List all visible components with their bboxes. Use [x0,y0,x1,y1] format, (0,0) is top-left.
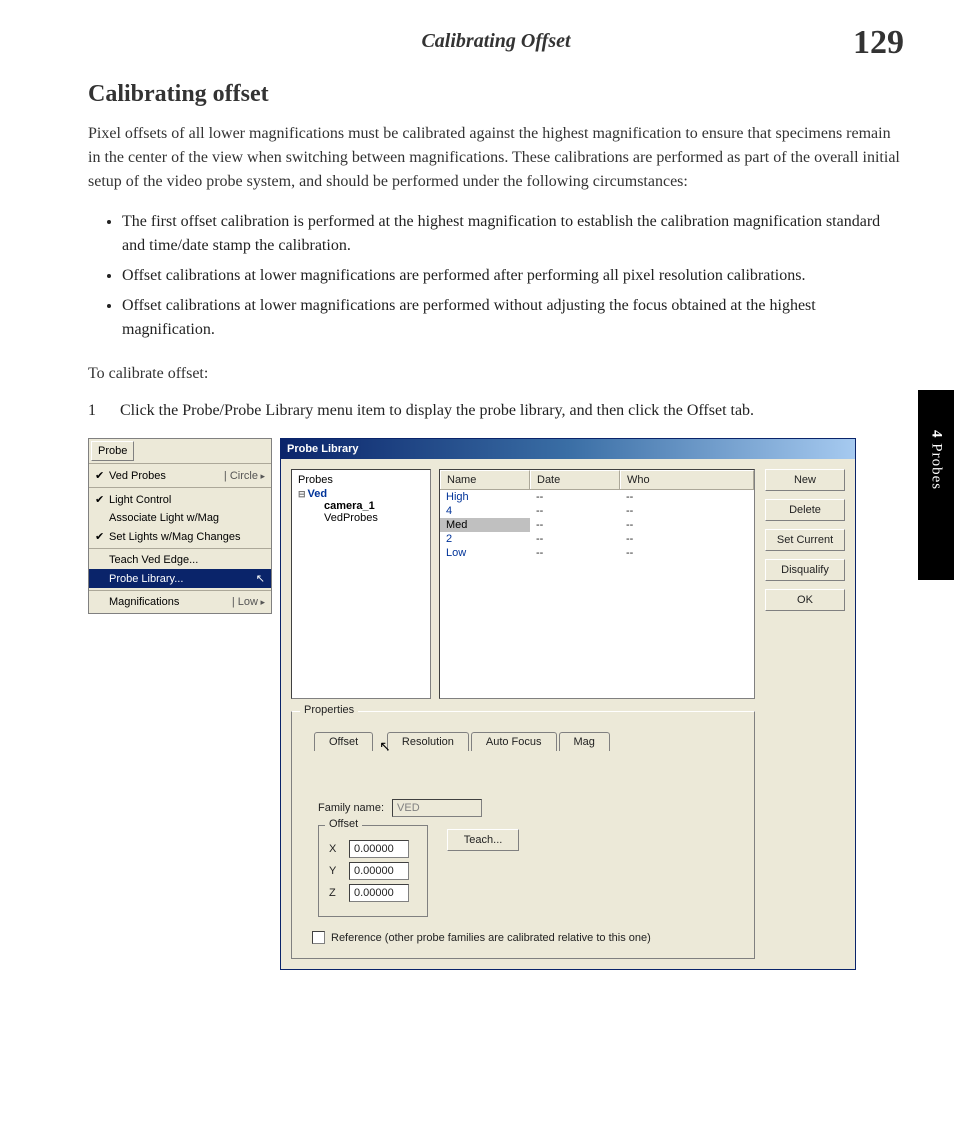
menu-item-light-control[interactable]: ✔Light Control [89,490,271,509]
tab-mag[interactable]: Mag [559,732,610,751]
offset-y-field[interactable]: 0.00000 [349,862,409,880]
ok-button[interactable]: OK [765,589,845,611]
chevron-right-icon: ▸ [258,597,265,607]
cursor-arrow-icon: ↖ [379,738,391,757]
lead-in: To calibrate offset: [88,362,904,386]
offset-z-label: Z [329,887,341,899]
properties-legend: Properties [300,704,358,716]
probe-tree-panel[interactable]: Probes ⊟Ved camera_1 VedProbes [291,469,431,699]
disqualify-button[interactable]: Disqualify [765,559,845,581]
menu-item-teach-ved-edge[interactable]: Teach Ved Edge... [89,551,271,569]
tree-item-camera1[interactable]: camera_1 [324,500,424,512]
column-header-who[interactable]: Who [620,470,754,489]
properties-group: Properties Offset ↖ Resolution Auto Focu… [291,711,755,959]
intro-paragraph: Pixel offsets of all lower magnification… [88,122,904,194]
step-text: Click the Probe/Probe Library menu item … [120,402,754,420]
list-row[interactable]: Low---- [440,546,754,560]
tree-collapse-icon[interactable]: ⊟ [298,489,306,499]
bullet-list: The first offset calibration is performe… [88,210,904,342]
probe-menu-title[interactable]: Probe [91,441,134,461]
new-button[interactable]: New [765,469,845,491]
page-number: 129 [853,24,904,62]
list-row[interactable]: High---- [440,490,754,504]
list-row[interactable]: 2---- [440,532,754,546]
bullet-item: Offset calibrations at lower magnificati… [122,264,904,288]
chapter-number: 4 [929,430,945,439]
probe-list-panel[interactable]: Name Date Who High---- 4---- Med---- 2--… [439,469,755,699]
check-icon: ✔ [95,469,105,482]
tab-offset[interactable]: Offset [314,732,373,751]
section-title: Calibrating offset [88,81,904,108]
teach-button[interactable]: Teach... [447,829,519,851]
delete-button[interactable]: Delete [765,499,845,521]
chevron-right-icon: ▸ [258,471,265,481]
tab-autofocus[interactable]: Auto Focus [471,732,557,751]
offset-y-label: Y [329,865,341,877]
cursor-arrow-icon: ↖ [256,572,265,585]
offset-legend: Offset [325,818,362,830]
column-header-date[interactable]: Date [530,470,620,489]
running-head-title: Calibrating Offset [421,30,570,53]
menu-item-associate-light[interactable]: Associate Light w/Mag [89,509,271,527]
window-titlebar[interactable]: Probe Library [281,439,855,459]
menu-item-probe-library[interactable]: Probe Library... ↖ [89,569,271,588]
menu-item-ved-probes[interactable]: ✔Ved Probes | Circle ▸ [89,466,271,485]
tree-header: Probes [298,474,424,486]
family-name-field: VED [392,799,482,817]
chapter-side-tab: 4 Probes [918,390,954,580]
bullet-item: The first offset calibration is performe… [122,210,904,258]
bullet-item: Offset calibrations at lower magnificati… [122,294,904,342]
tab-resolution[interactable]: Resolution [387,732,469,751]
tree-root-ved[interactable]: ⊟Ved [298,488,424,500]
offset-z-field[interactable]: 0.00000 [349,884,409,902]
menu-item-set-lights[interactable]: ✔Set Lights w/Mag Changes [89,527,271,546]
column-header-name[interactable]: Name [440,470,530,489]
offset-x-field[interactable]: 0.00000 [349,840,409,858]
chapter-name: Probes [929,443,945,490]
set-current-button[interactable]: Set Current [765,529,845,551]
list-row[interactable]: 4---- [440,504,754,518]
reference-checkbox[interactable] [312,931,325,944]
probe-library-window: Probe Library Probes ⊟Ved camera_1 VedPr… [280,438,856,970]
check-icon: ✔ [95,493,105,506]
reference-label: Reference (other probe families are cali… [331,932,651,944]
probe-menu: Probe ✔Ved Probes | Circle ▸ ✔Light Cont… [88,438,272,614]
menu-item-magnifications[interactable]: Magnifications | Low ▸ [89,593,271,611]
list-row[interactable]: Med---- [440,518,754,532]
offset-group: Offset X 0.00000 Y 0.00000 [318,825,428,917]
offset-x-label: X [329,843,341,855]
tree-item-vedprobes[interactable]: VedProbes [324,512,424,524]
check-icon: ✔ [95,530,105,543]
family-name-label: Family name: [318,802,384,814]
step-number: 1 [88,402,100,420]
